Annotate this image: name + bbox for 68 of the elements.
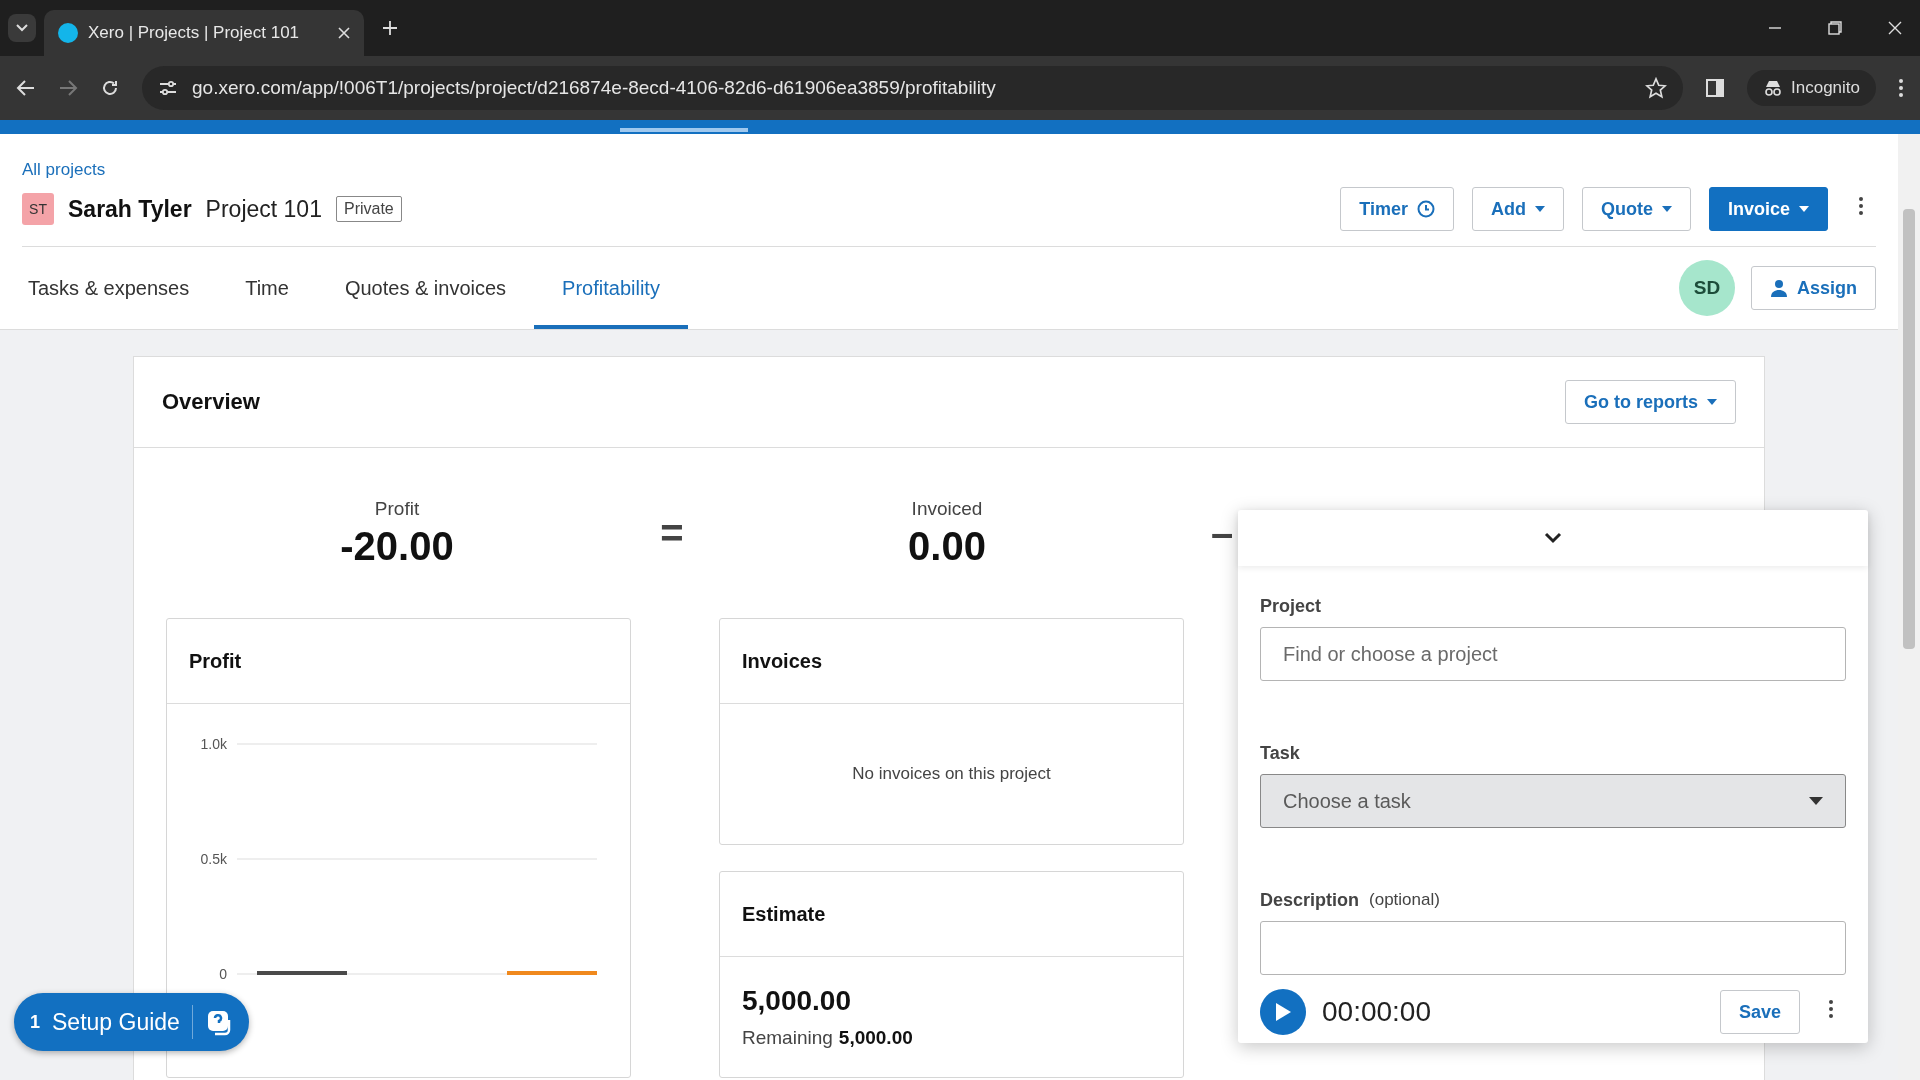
card-title: Profit (189, 649, 242, 673)
description-field[interactable] (1260, 921, 1846, 975)
figure-label: Invoiced (911, 497, 983, 520)
star-icon[interactable] (1645, 77, 1667, 99)
figure-value: -20.00 (340, 523, 454, 569)
setup-guide-button[interactable]: 1 Setup Guide (14, 993, 249, 1051)
tab[interactable]: Tasks & expenses (0, 247, 218, 329)
play-button[interactable] (1260, 989, 1306, 1035)
caret-icon (1707, 399, 1717, 405)
side-panel-icon[interactable] (1705, 78, 1725, 98)
dropdown-button[interactable]: Quote (1581, 187, 1691, 231)
elapsed-time: 00:00:00 (1322, 996, 1431, 1028)
operator-sign: = (659, 510, 685, 556)
axis-label: 1.0k (200, 736, 227, 752)
remaining-amount: 5,000.00 (838, 1027, 913, 1049)
close-icon[interactable] (1888, 21, 1902, 35)
figure-value: 0.00 (908, 523, 986, 569)
menu-icon[interactable] (1898, 78, 1904, 98)
address-bar[interactable]: go.xero.com/app/!006T1/projects/project/d216874e-8ecd-4106-82d6-d61906ea3859/profitability (142, 66, 1683, 110)
play-icon (1274, 1002, 1292, 1022)
dropdown-button[interactable]: Add (1471, 187, 1564, 231)
dropdown-button[interactable]: Invoice (1708, 187, 1828, 231)
caret-icon (1661, 206, 1672, 212)
section-title: Overview (162, 389, 260, 415)
caret-icon (1809, 797, 1823, 805)
field-label: Project (1260, 596, 1322, 617)
project-name: Project 101 (205, 195, 322, 223)
reload-icon[interactable] (100, 78, 120, 98)
card-title: Invoices (742, 649, 823, 673)
assign-button[interactable]: Assign (1751, 266, 1876, 310)
operator-sign: – (1209, 510, 1235, 556)
restore-icon[interactable] (1828, 21, 1842, 35)
tab[interactable]: Profitability (534, 247, 688, 329)
field-label: Description (1260, 890, 1360, 911)
timer-button[interactable]: Timer (1340, 187, 1454, 231)
browser-tab[interactable]: Xero | Projects | Project 101 (44, 10, 364, 56)
task-select[interactable]: Choose a task (1260, 774, 1846, 828)
back-icon[interactable] (16, 78, 36, 98)
clock-icon (1416, 200, 1435, 218)
project-field[interactable]: Find or choose a project (1260, 627, 1846, 681)
forward-icon[interactable] (58, 78, 78, 98)
remaining-label: Remaining (742, 1027, 833, 1049)
tab-search-icon[interactable] (8, 14, 36, 42)
field-label: Task (1260, 743, 1300, 764)
tab[interactable]: Time (217, 247, 317, 329)
client-name: Sarah Tyler (68, 195, 192, 223)
user-avatar[interactable]: SD (1679, 260, 1735, 316)
figure-label: Profit (374, 497, 420, 520)
breadcrumb-link[interactable]: All projects (22, 160, 106, 180)
incognito-indicator[interactable]: Incognito (1747, 70, 1876, 106)
card-title: Estimate (742, 902, 826, 926)
caret-icon (1799, 206, 1809, 212)
tab[interactable]: Quotes & invoices (316, 247, 535, 329)
status-badge: Private (335, 196, 402, 222)
optional-hint: (optional) (1369, 890, 1440, 911)
new-tab-icon[interactable] (382, 20, 398, 36)
axis-label: 0 (219, 966, 227, 982)
chevron-down-icon[interactable] (1544, 532, 1562, 544)
save-button[interactable]: Save (1719, 990, 1800, 1034)
axis-label: 0.5k (200, 851, 227, 867)
empty-message: No invoices on this project (852, 764, 1051, 784)
reports-dropdown[interactable]: Go to reports (1565, 380, 1736, 424)
person-icon (1770, 279, 1788, 297)
site-settings-icon[interactable] (158, 79, 178, 97)
caret-icon (1534, 206, 1545, 212)
estimate-amount: 5,000.00 (742, 985, 852, 1017)
client-avatar: ST (22, 193, 54, 225)
close-icon[interactable] (338, 27, 350, 39)
